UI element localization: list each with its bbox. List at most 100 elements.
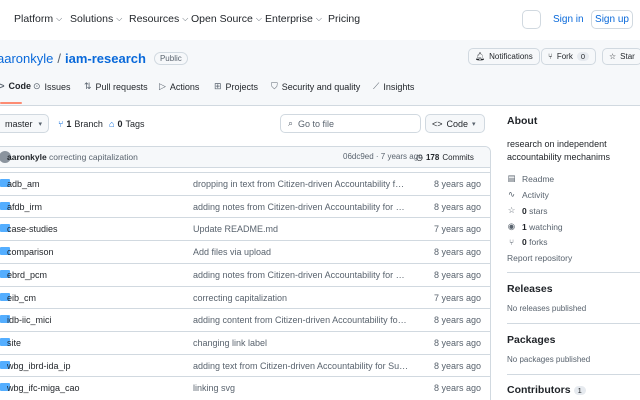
top-navigation: Platform ⌵ Solutions ⌵ Resources ⌵ Open Sou… [0, 0, 640, 40]
book-icon: ▤ [507, 173, 516, 183]
commit-message[interactable]: Add files via upload [193, 247, 409, 257]
table-row[interactable]: idb-iic_mici adding content from Citizen-… [0, 308, 490, 331]
visibility-badge: Public [153, 52, 188, 65]
table-row[interactable]: eib_cm correcting capitalization 7 years a… [0, 285, 490, 309]
commit-message[interactable]: Update README.md [193, 224, 409, 234]
table-row[interactable]: comparison Add files via upload 8 years ag… [0, 240, 490, 263]
search-icon: ⌕ [288, 118, 294, 128]
packages-empty-text: No packages published [507, 355, 591, 364]
commit-message[interactable]: adding notes from Citizen-driven Account… [193, 270, 409, 280]
repo-owner-link[interactable]: aaronkyle [0, 51, 53, 66]
commit-message[interactable]: correcting capitalization [49, 152, 138, 162]
chevron-down-icon: ⌵ [255, 14, 262, 23]
stars-link[interactable]: ☆ 0 stars [507, 205, 548, 216]
table-row[interactable]: adb_am dropping in text from Citizen-driv… [0, 172, 490, 195]
star-button[interactable]: ☆ Star [602, 48, 640, 65]
activity-link[interactable]: ∿ Activity [507, 189, 549, 200]
caret-down-icon: ▾ [38, 120, 42, 128]
tab-security[interactable]: ⛉ Security and quality [271, 81, 360, 92]
chevron-down-icon: ⌵ [182, 14, 189, 23]
releases-empty-text: No releases published [507, 304, 587, 313]
table-row[interactable]: case-studies Update README.md 7 years ago [0, 217, 490, 240]
nav-open-source[interactable]: Open Source ⌵ [191, 13, 262, 25]
repo-description: research on independent accountability m… [507, 139, 611, 162]
star-icon: ☆ [507, 205, 516, 215]
tags-link[interactable]: ⌂ 0 Tags [109, 119, 144, 129]
branches-link[interactable]: ⑂ 1 Branch [58, 119, 103, 129]
file-name[interactable]: site [7, 338, 21, 348]
commit-message[interactable]: correcting capitalization [193, 293, 409, 303]
contributors-heading[interactable]: Contributors 1 [507, 384, 586, 396]
tab-issues[interactable]: ⊙ Issues [33, 81, 71, 92]
packages-heading[interactable]: Packages [507, 334, 555, 346]
file-name[interactable]: eib_cm [7, 293, 36, 303]
history-icon: ◷ [416, 153, 423, 162]
file-name[interactable]: ebrd_pcm [7, 270, 47, 280]
repo-name-link[interactable]: iam-research [65, 51, 146, 66]
tag-icon: ⌂ [109, 119, 115, 129]
repo-separator: / [57, 51, 61, 66]
code-icon: <> [432, 118, 443, 129]
sign-up-button[interactable]: Sign up [591, 10, 633, 29]
commit-message[interactable]: linking svg [193, 383, 409, 393]
pull-request-icon: ⇅ [84, 81, 92, 91]
repo-header: aaronkyle / iam-research Public 🔔︎ Notif… [0, 40, 640, 106]
commit-message[interactable]: changing link label [193, 338, 409, 348]
contributors-count: 1 [573, 386, 586, 395]
tab-insights[interactable]: ⟋ Insights [373, 81, 414, 92]
commit-age: 8 years ago [434, 383, 482, 394]
commit-message[interactable]: adding content from Citizen-driven Accou… [193, 315, 409, 325]
issue-icon: ⊙ [33, 81, 41, 91]
table-row[interactable]: site changing link label 8 years ago [0, 330, 490, 354]
file-name[interactable]: afdb_irm [7, 202, 42, 212]
nav-platform[interactable]: Platform ⌵ [14, 13, 62, 25]
commit-author[interactable]: aaronkyle [7, 152, 47, 162]
chevron-down-icon: ⌵ [56, 14, 63, 23]
releases-heading[interactable]: Releases [507, 283, 553, 295]
commit-age: 8 years ago [434, 179, 482, 189]
tab-code[interactable]: <>Code [0, 81, 31, 91]
nav-solutions[interactable]: Solutions ⌵ [70, 13, 122, 25]
forks-link[interactable]: ⑂ 0 forks [507, 237, 548, 247]
commit-message[interactable]: adding notes from Citizen-driven Account… [193, 202, 409, 212]
commits-link[interactable]: ◷ 178 Commits [416, 150, 474, 165]
tab-projects[interactable]: ⊞ Projects [214, 81, 258, 92]
eye-icon: ◉ [507, 221, 516, 231]
star-icon: ☆ [609, 52, 617, 61]
graph-icon: ⟋ [373, 81, 380, 91]
divider [507, 323, 640, 324]
nav-resources[interactable]: Resources ⌵ [129, 13, 188, 25]
file-name[interactable]: wbg_ibrd-ida_ip [7, 361, 71, 371]
nav-enterprise[interactable]: Enterprise ⌵ [265, 13, 322, 25]
commit-message[interactable]: adding text from Citizen-driven Accounta… [193, 361, 409, 371]
code-dropdown-button[interactable]: <> Code ▾ [425, 114, 485, 133]
go-to-file-input[interactable]: ⌕ Go to file [280, 114, 421, 133]
commit-sha-time[interactable]: 06dc9ed · 7 years ago [343, 152, 423, 161]
nav-pricing[interactable]: Pricing [328, 13, 360, 25]
readme-link[interactable]: ▤ Readme [507, 173, 554, 184]
file-name[interactable]: case-studies [7, 224, 58, 234]
table-row[interactable]: wbg_ibrd-ida_ip adding text from Citizen-… [0, 353, 490, 377]
sign-in-link[interactable]: Sign in [553, 14, 584, 25]
chevron-down-icon: ⌵ [315, 14, 322, 23]
tab-pull-requests[interactable]: ⇅ Pull requests [84, 81, 148, 92]
commit-message[interactable]: dropping in text from Citizen-driven Acc… [193, 179, 409, 189]
tab-actions[interactable]: ▷ Actions [159, 81, 199, 92]
commit-age: 8 years ago [434, 269, 482, 280]
report-repository-link[interactable]: Report repository [507, 253, 572, 263]
watching-link[interactable]: ◉ 1 watching [507, 221, 563, 232]
notifications-button[interactable]: 🔔︎ Notifications [468, 48, 540, 65]
table-row[interactable]: afdb_irm adding notes from Citizen-driven… [0, 194, 490, 218]
file-name[interactable]: adb_am [7, 179, 40, 189]
file-name[interactable]: idb-iic_mici [7, 315, 52, 325]
search-button[interactable] [522, 10, 541, 29]
repo-title: aaronkyle / iam-research Public [0, 51, 188, 66]
file-name[interactable]: comparison [7, 247, 54, 257]
table-row[interactable]: ebrd_pcm adding notes from Citizen-driven… [0, 262, 490, 286]
table-row[interactable]: wbg_ifc-miga_cao linking svg 8 years ago [0, 376, 490, 399]
file-name[interactable]: wbg_ifc-miga_cao [7, 383, 80, 393]
fork-button[interactable]: ⑂ Fork 0 [541, 48, 596, 65]
commit-age: 7 years ago [434, 292, 482, 303]
commit-age: 8 years ago [434, 247, 482, 258]
branch-selector[interactable]: master ▾ [0, 114, 49, 133]
